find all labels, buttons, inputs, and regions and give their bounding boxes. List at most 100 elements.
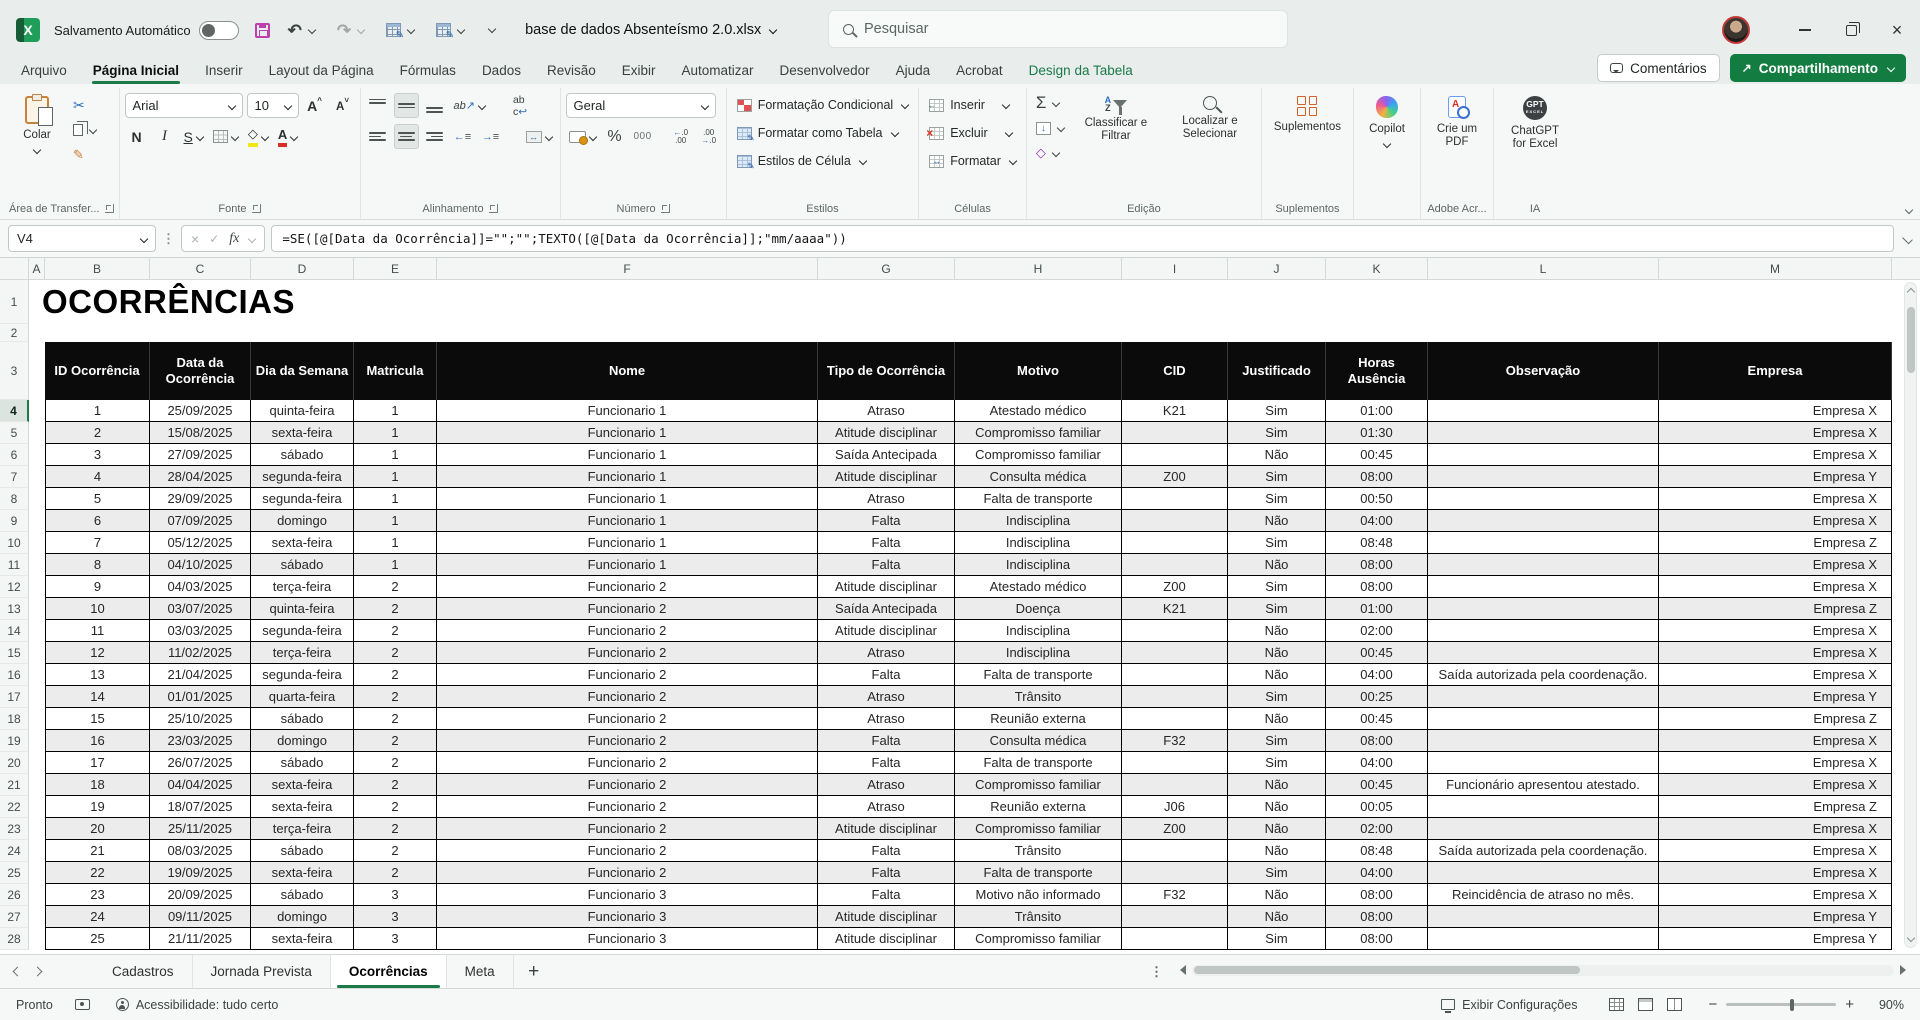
number-format-select[interactable]: Geral xyxy=(566,93,716,118)
sheet-next-icon[interactable] xyxy=(20,955,54,988)
cell[interactable]: 21/04/2025 xyxy=(150,664,251,686)
cell[interactable]: 21 xyxy=(45,840,150,862)
cell[interactable]: Funcionario 3 xyxy=(437,884,818,906)
cell[interactable]: segunda-feira xyxy=(251,488,354,510)
cell[interactable]: 4 xyxy=(45,466,150,488)
ribbon-tab-acrobat[interactable]: Acrobat xyxy=(943,61,1016,84)
row-header-26[interactable]: 26 xyxy=(0,884,29,906)
cell[interactable]: Sim xyxy=(1228,730,1326,752)
accessibility-status[interactable]: Acessibilidade: tudo certo xyxy=(116,998,278,1012)
ribbon-tab-dados[interactable]: Dados xyxy=(469,61,534,84)
percent-button[interactable]: % xyxy=(603,124,627,149)
cell[interactable]: 01:00 xyxy=(1326,400,1428,422)
cell[interactable]: Empresa Z xyxy=(1659,598,1892,620)
cell[interactable]: Saída Antecipada xyxy=(818,598,955,620)
cell[interactable]: Compromisso familiar xyxy=(955,444,1122,466)
cell[interactable]: 04:00 xyxy=(1326,752,1428,774)
cell[interactable]: Falta xyxy=(818,554,955,576)
row-header-7[interactable]: 7 xyxy=(0,466,29,488)
cell[interactable]: terça-feira xyxy=(251,642,354,664)
cell[interactable]: 05/12/2025 xyxy=(150,532,251,554)
cell[interactable] xyxy=(1428,686,1659,708)
cell[interactable]: 18 xyxy=(45,774,150,796)
cell[interactable]: 3 xyxy=(45,444,150,466)
accounting-format-button[interactable] xyxy=(566,124,599,149)
cell[interactable]: domingo xyxy=(251,510,354,532)
cell[interactable]: Funcionario 2 xyxy=(437,752,818,774)
cell[interactable]: sexta-feira xyxy=(251,532,354,554)
column-header-C[interactable]: C xyxy=(150,258,251,279)
cell[interactable]: segunda-feira xyxy=(251,620,354,642)
cell[interactable] xyxy=(1122,422,1228,444)
cell[interactable] xyxy=(1122,510,1228,532)
cell[interactable] xyxy=(1428,532,1659,554)
cell[interactable] xyxy=(1428,576,1659,598)
row-header-21[interactable]: 21 xyxy=(0,774,29,796)
increase-indent-button[interactable]: →≡ xyxy=(479,124,503,149)
row-header-8[interactable]: 8 xyxy=(0,488,29,510)
row-header-18[interactable]: 18 xyxy=(0,708,29,730)
cell[interactable]: Empresa X xyxy=(1659,488,1892,510)
cell[interactable]: segunda-feira xyxy=(251,664,354,686)
cell[interactable]: Funcionario 1 xyxy=(437,400,818,422)
row-header-16[interactable]: 16 xyxy=(0,664,29,686)
cell[interactable]: Empresa X xyxy=(1659,422,1892,444)
cell[interactable] xyxy=(1428,444,1659,466)
cell[interactable]: quinta-feira xyxy=(251,598,354,620)
insert-cells-button[interactable]: Inserir xyxy=(924,92,1021,118)
cell[interactable]: 18/07/2025 xyxy=(150,796,251,818)
cell[interactable]: 00:25 xyxy=(1326,686,1428,708)
cell[interactable]: Empresa Y xyxy=(1659,466,1892,488)
cell[interactable]: Funcionario 1 xyxy=(437,422,818,444)
row-header-1[interactable]: 1 xyxy=(0,280,29,324)
cell[interactable]: 04/10/2025 xyxy=(150,554,251,576)
expand-formula-bar-icon[interactable] xyxy=(1902,233,1913,244)
cell[interactable]: Empresa Z xyxy=(1659,532,1892,554)
share-button[interactable]: ↗ Compartilhamento xyxy=(1730,54,1906,82)
cell[interactable]: Sim xyxy=(1228,686,1326,708)
cell[interactable]: quarta-feira xyxy=(251,686,354,708)
wrap-text-button[interactable]: abc xyxy=(508,93,532,118)
cell[interactable]: 16 xyxy=(45,730,150,752)
cell[interactable]: 6 xyxy=(45,510,150,532)
cell[interactable]: Indisciplina xyxy=(955,642,1122,664)
cell[interactable]: 02:00 xyxy=(1326,818,1428,840)
page-layout-view-icon[interactable] xyxy=(1638,998,1653,1011)
cell[interactable] xyxy=(1122,532,1228,554)
cell[interactable]: Saída autorizada pela coordenação. xyxy=(1428,840,1659,862)
cell[interactable]: 2 xyxy=(354,686,437,708)
cell[interactable]: Falta xyxy=(818,752,955,774)
cell[interactable]: Não xyxy=(1228,664,1326,686)
cell[interactable]: terça-feira xyxy=(251,818,354,840)
table-header-cell[interactable]: ID Ocorrência xyxy=(45,342,150,400)
cell[interactable] xyxy=(1428,554,1659,576)
cell[interactable]: Atraso xyxy=(818,708,955,730)
cell[interactable]: 3 xyxy=(354,928,437,950)
cell[interactable]: sábado xyxy=(251,708,354,730)
sheet-tab-jornada-prevista[interactable]: Jornada Prevista xyxy=(193,955,331,988)
cell[interactable] xyxy=(1122,642,1228,664)
scroll-left-icon[interactable] xyxy=(1180,965,1186,975)
cell[interactable]: K21 xyxy=(1122,598,1228,620)
cell[interactable]: Funcionario 2 xyxy=(437,686,818,708)
cell[interactable]: 2 xyxy=(354,576,437,598)
cell[interactable]: Indisciplina xyxy=(955,620,1122,642)
row-header-20[interactable]: 20 xyxy=(0,752,29,774)
cell[interactable]: Funcionario 2 xyxy=(437,620,818,642)
ribbon-tab-automatizar[interactable]: Automatizar xyxy=(669,61,767,84)
cell[interactable]: Sim xyxy=(1228,862,1326,884)
cell[interactable]: terça-feira xyxy=(251,576,354,598)
align-left-button[interactable] xyxy=(366,124,390,149)
table-header-cell[interactable]: Nome xyxy=(437,342,818,400)
scroll-up-icon[interactable] xyxy=(1907,288,1915,296)
cell[interactable] xyxy=(1428,620,1659,642)
row-header-17[interactable]: 17 xyxy=(0,686,29,708)
cell[interactable]: Atraso xyxy=(818,796,955,818)
cell[interactable]: 17 xyxy=(45,752,150,774)
cell[interactable]: sábado xyxy=(251,884,354,906)
cell[interactable]: 26/07/2025 xyxy=(150,752,251,774)
cell[interactable]: Empresa Z xyxy=(1659,708,1892,730)
insert-function-icon[interactable]: fx xyxy=(229,231,239,247)
align-center-button[interactable] xyxy=(394,124,419,149)
cell[interactable]: 08:00 xyxy=(1326,906,1428,928)
